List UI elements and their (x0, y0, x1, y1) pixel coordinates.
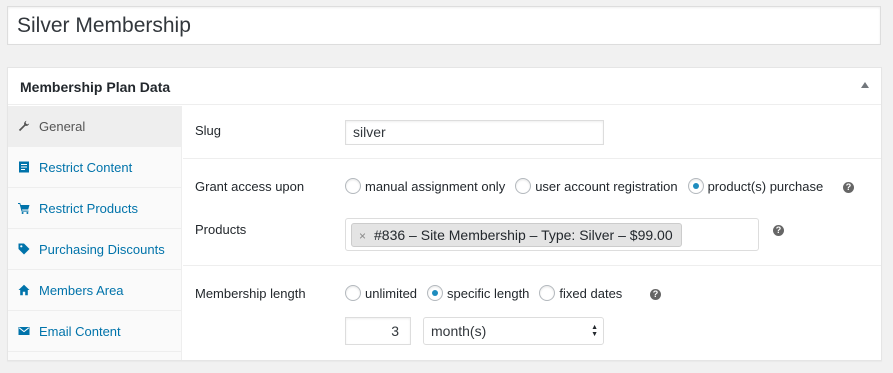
radio-label: unlimited (365, 285, 418, 301)
email-icon (18, 327, 30, 335)
radio-label: user account registration (535, 178, 678, 194)
tab-label: Restrict Products (39, 201, 138, 216)
radio-label: specific length (447, 285, 530, 301)
radio-label: fixed dates (559, 285, 623, 301)
post-title-input[interactable]: Silver Membership (7, 6, 881, 45)
tab-label: Members Area (39, 283, 124, 298)
slug-section: Slug silver (183, 106, 881, 159)
help-icon[interactable]: ? (843, 182, 854, 193)
plan-data-tabs: General Restrict Content Restrict Produc… (8, 106, 182, 360)
wrench-icon (18, 120, 30, 132)
products-label: Products (195, 222, 247, 237)
length-period-value: month(s) (431, 323, 487, 339)
general-panel: Slug silver Grant access upon manual ass… (183, 106, 881, 360)
length-amount-input[interactable]: 3 (345, 317, 411, 345)
metabox-header[interactable]: Membership Plan Data (8, 68, 881, 105)
cart-icon (18, 203, 30, 214)
tab-restrict-products[interactable]: Restrict Products (8, 188, 181, 229)
radio-label: manual assignment only (365, 178, 506, 194)
radio-manual-assignment[interactable] (345, 178, 361, 194)
radio-product-purchase[interactable] (687, 178, 704, 194)
select-arrows-icon: ▲ ▼ (591, 324, 598, 338)
radio-fixed-dates[interactable] (539, 285, 556, 301)
metabox-title: Membership Plan Data (20, 79, 171, 95)
tab-general[interactable]: General (8, 106, 181, 147)
tab-label: Purchasing Discounts (39, 242, 165, 257)
tab-members-area[interactable]: Members Area (8, 270, 181, 311)
radio-specific-length[interactable] (427, 285, 444, 301)
products-select[interactable]: × #836 – Site Membership – Type: Silver –… (345, 218, 759, 251)
grant-access-label: Grant access upon (195, 179, 305, 194)
length-section: Membership length unlimited specific len… (183, 266, 881, 361)
help-icon[interactable]: ? (650, 289, 661, 300)
tab-label: Email Content (39, 324, 121, 339)
help-icon[interactable]: ? (773, 225, 784, 236)
grant-access-options: manual assignment only user account regi… (345, 178, 833, 194)
tag-icon (18, 243, 30, 255)
tab-email-content[interactable]: Email Content (8, 311, 181, 352)
length-period-select[interactable]: month(s) ▲ ▼ (423, 317, 604, 345)
product-chip-label: #836 – Site Membership – Type: Silver – … (374, 227, 673, 243)
slug-input[interactable]: silver (345, 120, 604, 145)
tab-label: Restrict Content (39, 160, 133, 175)
membership-length-options: unlimited specific length fixed dates (345, 285, 632, 301)
remove-product-icon[interactable]: × (359, 229, 366, 243)
home-icon (18, 284, 30, 296)
slug-label: Slug (195, 123, 222, 138)
tab-purchasing-discounts[interactable]: Purchasing Discounts (8, 229, 181, 270)
access-section: Grant access upon manual assignment only… (183, 159, 881, 266)
membership-length-label: Membership length (195, 286, 306, 301)
document-icon (19, 161, 29, 173)
tab-restrict-content[interactable]: Restrict Content (8, 147, 181, 188)
collapse-arrow-icon[interactable] (861, 82, 869, 88)
radio-user-registration[interactable] (515, 178, 532, 194)
radio-label: product(s) purchase (707, 178, 824, 194)
product-chip: × #836 – Site Membership – Type: Silver –… (351, 223, 682, 247)
radio-unlimited[interactable] (345, 285, 361, 301)
membership-plan-data-metabox: Membership Plan Data General Restrict Co… (7, 67, 882, 361)
tab-label: General (39, 119, 86, 134)
